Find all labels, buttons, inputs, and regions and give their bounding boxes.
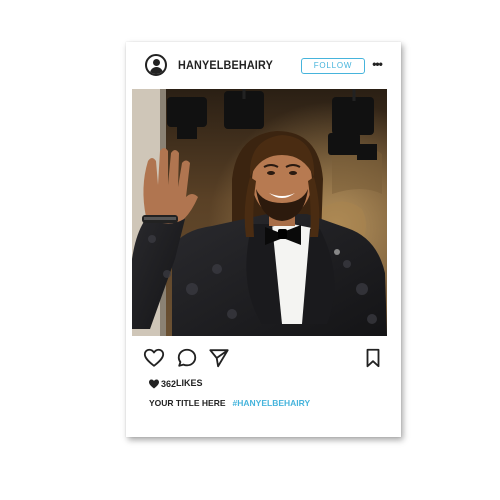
username[interactable]: HANYELBEHAIRY: [178, 58, 273, 72]
likes-count[interactable]: 362LIKES: [148, 377, 203, 389]
user-avatar-icon[interactable]: [145, 54, 167, 76]
caption-hashtag[interactable]: #HANYELBEHAIRY: [233, 398, 311, 408]
follow-button[interactable]: FOLLOW: [301, 58, 365, 74]
avatar-body: [150, 67, 163, 74]
paper-plane-icon[interactable]: [208, 347, 230, 369]
heart-filled-icon: [149, 379, 159, 389]
post-header: HANYELBEHAIRY FOLLOW •••: [126, 42, 401, 90]
post-photo: [132, 89, 387, 336]
likes-suffix: LIKES: [176, 378, 203, 388]
more-options-icon[interactable]: •••: [370, 58, 384, 72]
caption-title: YOUR TITLE HERE: [149, 398, 226, 408]
instagram-post-frame: HANYELBEHAIRY FOLLOW ••• 362LIKES YOUR T…: [126, 42, 401, 437]
post-caption: YOUR TITLE HERE #HANYELBEHAIRY: [149, 397, 310, 409]
comment-bubble-icon[interactable]: [176, 347, 198, 369]
likes-number: 362: [161, 378, 177, 389]
bookmark-icon[interactable]: [362, 347, 384, 369]
avatar-head: [153, 59, 160, 66]
post-actions-bar: [126, 342, 401, 374]
heart-outline-icon[interactable]: [143, 347, 165, 369]
